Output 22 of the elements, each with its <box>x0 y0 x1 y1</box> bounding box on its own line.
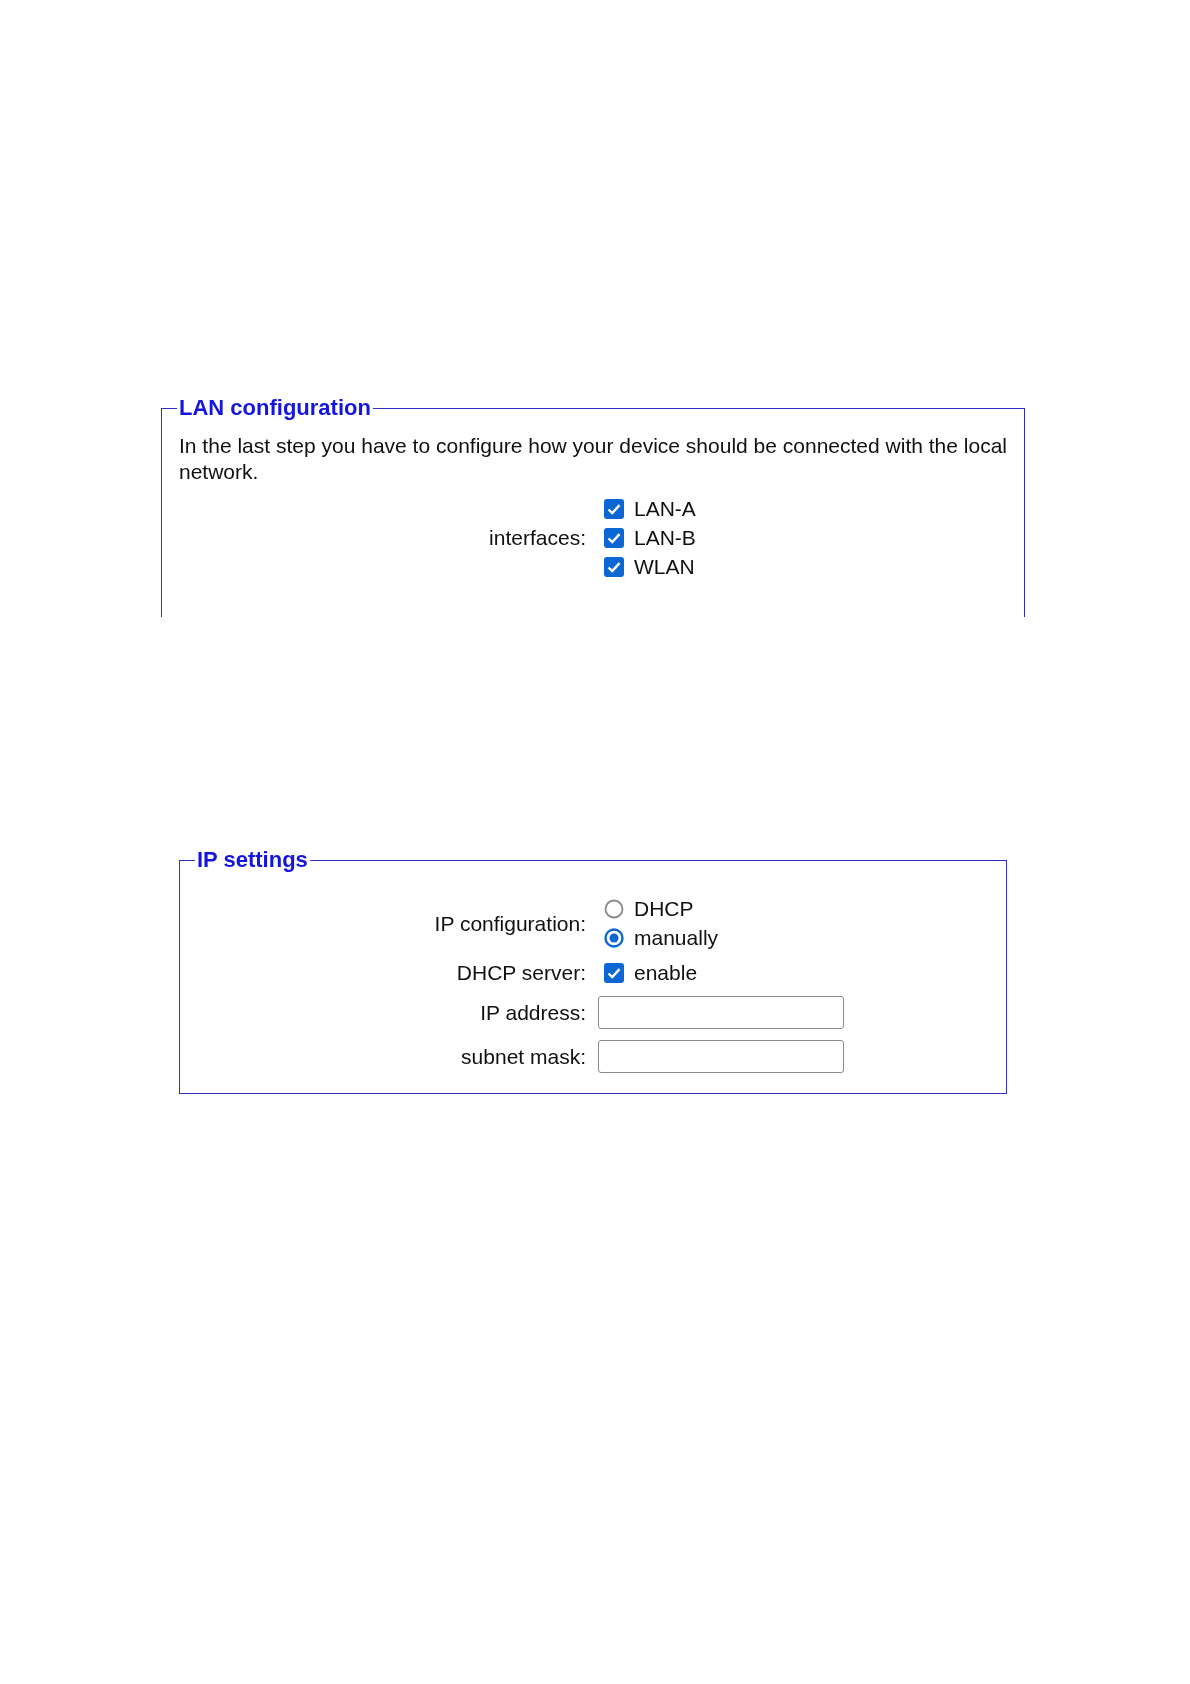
option-label: WLAN <box>634 555 695 579</box>
field-label: subnet mask: <box>461 1044 586 1069</box>
checkbox[interactable] <box>604 499 624 519</box>
field-label: interfaces: <box>489 526 586 550</box>
checkbox[interactable] <box>604 557 624 577</box>
radio-button[interactable] <box>604 928 624 948</box>
option-label: manually <box>634 926 719 950</box>
field-label: IP address: <box>480 1000 586 1025</box>
input-field[interactable] <box>598 996 844 1029</box>
option-label: LAN-A <box>634 497 696 521</box>
checkbox[interactable] <box>604 963 624 983</box>
field-label: IP configuration: <box>434 911 586 936</box>
checkbox[interactable] <box>604 528 624 548</box>
section-legend: LAN configuration <box>177 395 373 421</box>
option-label: DHCP <box>634 897 694 921</box>
input-field[interactable] <box>598 1040 844 1073</box>
option-label: LAN-B <box>634 526 696 550</box>
section-legend: IP settings <box>195 847 310 873</box>
intro-paragraph: In the last step you have to configure how your device should be connected with the local network. <box>179 433 1007 485</box>
option-label: enable <box>634 961 698 985</box>
field-label: DHCP server: <box>456 961 586 985</box>
radio-button[interactable] <box>604 899 624 919</box>
